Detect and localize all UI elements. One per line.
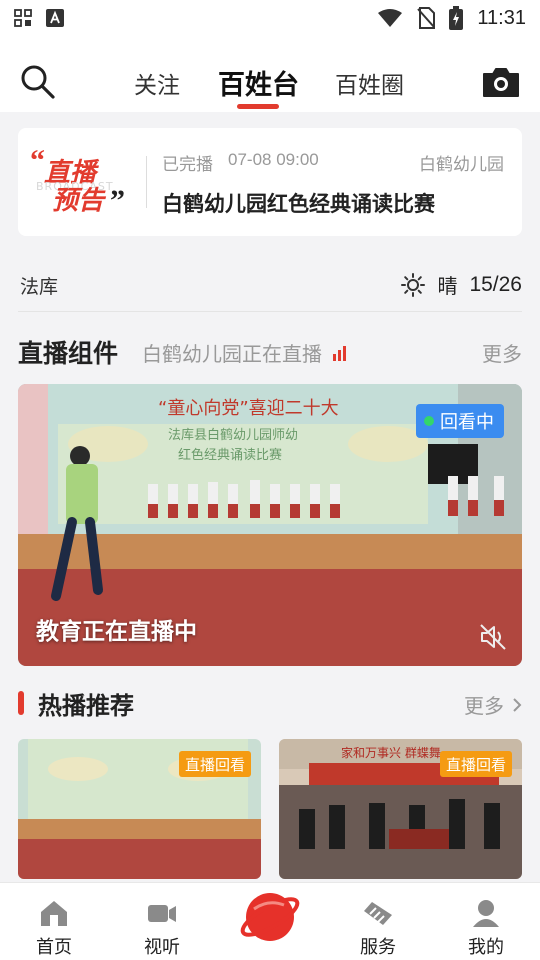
status-time: 11:31 xyxy=(477,6,526,29)
live-preview-title: 白鹤幼儿园红色经典诵读比赛 xyxy=(162,192,435,216)
card-divider xyxy=(146,156,147,208)
stage-text-2: 红色经典诵读比赛 xyxy=(178,447,282,463)
hot-item-thumbnail[interactable]: 直播回看 xyxy=(18,739,261,879)
hot-accent-bar xyxy=(18,691,24,715)
sun-icon xyxy=(401,272,426,297)
font-app-icon xyxy=(46,9,64,27)
apps-grid-icon xyxy=(14,9,32,27)
live-video-player[interactable]: “童心向党”喜迎二十大 法库县白鹤幼儿园师幼 红色经典诵读比赛 回看中 教育正在… xyxy=(18,384,522,666)
replay-badge: 回看中 xyxy=(416,404,504,438)
camera-icon[interactable] xyxy=(482,66,520,98)
logo-text-line2: 预告 xyxy=(52,186,105,216)
no-sim-icon xyxy=(417,7,436,29)
live-section-subtitle[interactable]: 白鹤幼儿园正在直播 xyxy=(142,338,348,367)
location-name[interactable]: 法库 xyxy=(20,272,58,299)
planet-icon[interactable] xyxy=(238,885,302,949)
nav-profile[interactable]: 我的 xyxy=(441,883,531,960)
live-source: 白鹤幼儿园 xyxy=(419,155,504,175)
logo-quote-left: “ xyxy=(30,144,45,177)
section-divider xyxy=(18,311,522,312)
video-icon xyxy=(148,905,176,922)
live-status: 已完播 xyxy=(162,155,213,175)
live-section-title: 直播组件 xyxy=(18,339,119,368)
stage-text-1: 法库县白鹤幼儿园师幼 xyxy=(168,427,298,443)
bottom-nav: 首页 视听 服务 我的 xyxy=(0,882,540,960)
hot-more-link[interactable]: 更多 xyxy=(464,690,522,719)
active-tab-indicator xyxy=(237,104,279,109)
nav-home-label: 首页 xyxy=(36,937,72,958)
location-weather-row: 法库 晴 15/26 xyxy=(18,268,522,300)
tab-baixingquan[interactable]: 百姓圈 xyxy=(335,66,404,100)
replay-tag: 直播回看 xyxy=(178,751,251,777)
battery-charging-icon xyxy=(449,6,464,30)
stage-banner-text: “童心向党”喜迎二十大 xyxy=(158,398,339,419)
live-subtitle-text: 白鹤幼儿园正在直播 xyxy=(142,342,322,366)
live-time: 07-08 09:00 xyxy=(228,150,319,169)
tab-baixingtai[interactable]: 百姓台 xyxy=(218,63,299,102)
stage-banner-text: 家和万事兴 群蝶舞 xyxy=(341,745,441,760)
live-preview-logo: “ 直播 BROADCAST 预告 ” xyxy=(30,144,130,217)
user-icon xyxy=(473,900,499,927)
search-icon[interactable] xyxy=(20,64,56,100)
live-signal-icon xyxy=(333,345,346,361)
wifi-icon xyxy=(378,9,403,27)
hot-item-thumbnail[interactable]: 家和万事兴 群蝶舞 直播回看 xyxy=(279,739,522,879)
hot-section-title: 热播推荐 xyxy=(38,692,134,720)
live-more-link[interactable]: 更多 xyxy=(482,338,522,367)
replay-tag: 直播回看 xyxy=(439,751,512,777)
live-preview-card[interactable]: “ 直播 BROADCAST 预告 ” 已完播 07-08 09:00 白鹤幼儿… xyxy=(18,128,522,236)
status-bar: 11:31 xyxy=(0,0,540,36)
nav-profile-label: 我的 xyxy=(468,937,504,958)
nav-services-label: 服务 xyxy=(360,937,396,958)
mute-icon[interactable] xyxy=(478,622,508,652)
weather-temperature: 15/26 xyxy=(469,272,522,296)
nav-services[interactable]: 服务 xyxy=(333,883,423,960)
hot-more-label: 更多 xyxy=(464,694,504,718)
video-caption: 教育正在直播中 xyxy=(36,619,197,645)
top-nav: 关注 百姓台 百姓圈 xyxy=(0,36,540,112)
replay-dot xyxy=(424,416,434,426)
hot-section-header: 热播推荐 更多 xyxy=(18,686,522,720)
nav-video[interactable]: 视听 xyxy=(117,883,207,960)
live-section-header: 直播组件 白鹤幼儿园正在直播 更多 xyxy=(18,334,522,370)
weather-condition: 晴 xyxy=(437,274,458,298)
chevron-right-icon xyxy=(513,697,522,712)
home-icon xyxy=(41,901,67,926)
tab-follow[interactable]: 关注 xyxy=(134,66,180,100)
nav-video-label: 视听 xyxy=(144,937,180,958)
weather-info: 晴 15/26 xyxy=(401,270,522,299)
handshake-icon xyxy=(364,902,392,925)
logo-quote-right: ” xyxy=(110,184,125,217)
nav-home[interactable]: 首页 xyxy=(9,883,99,960)
replay-badge-label: 回看中 xyxy=(440,412,494,433)
